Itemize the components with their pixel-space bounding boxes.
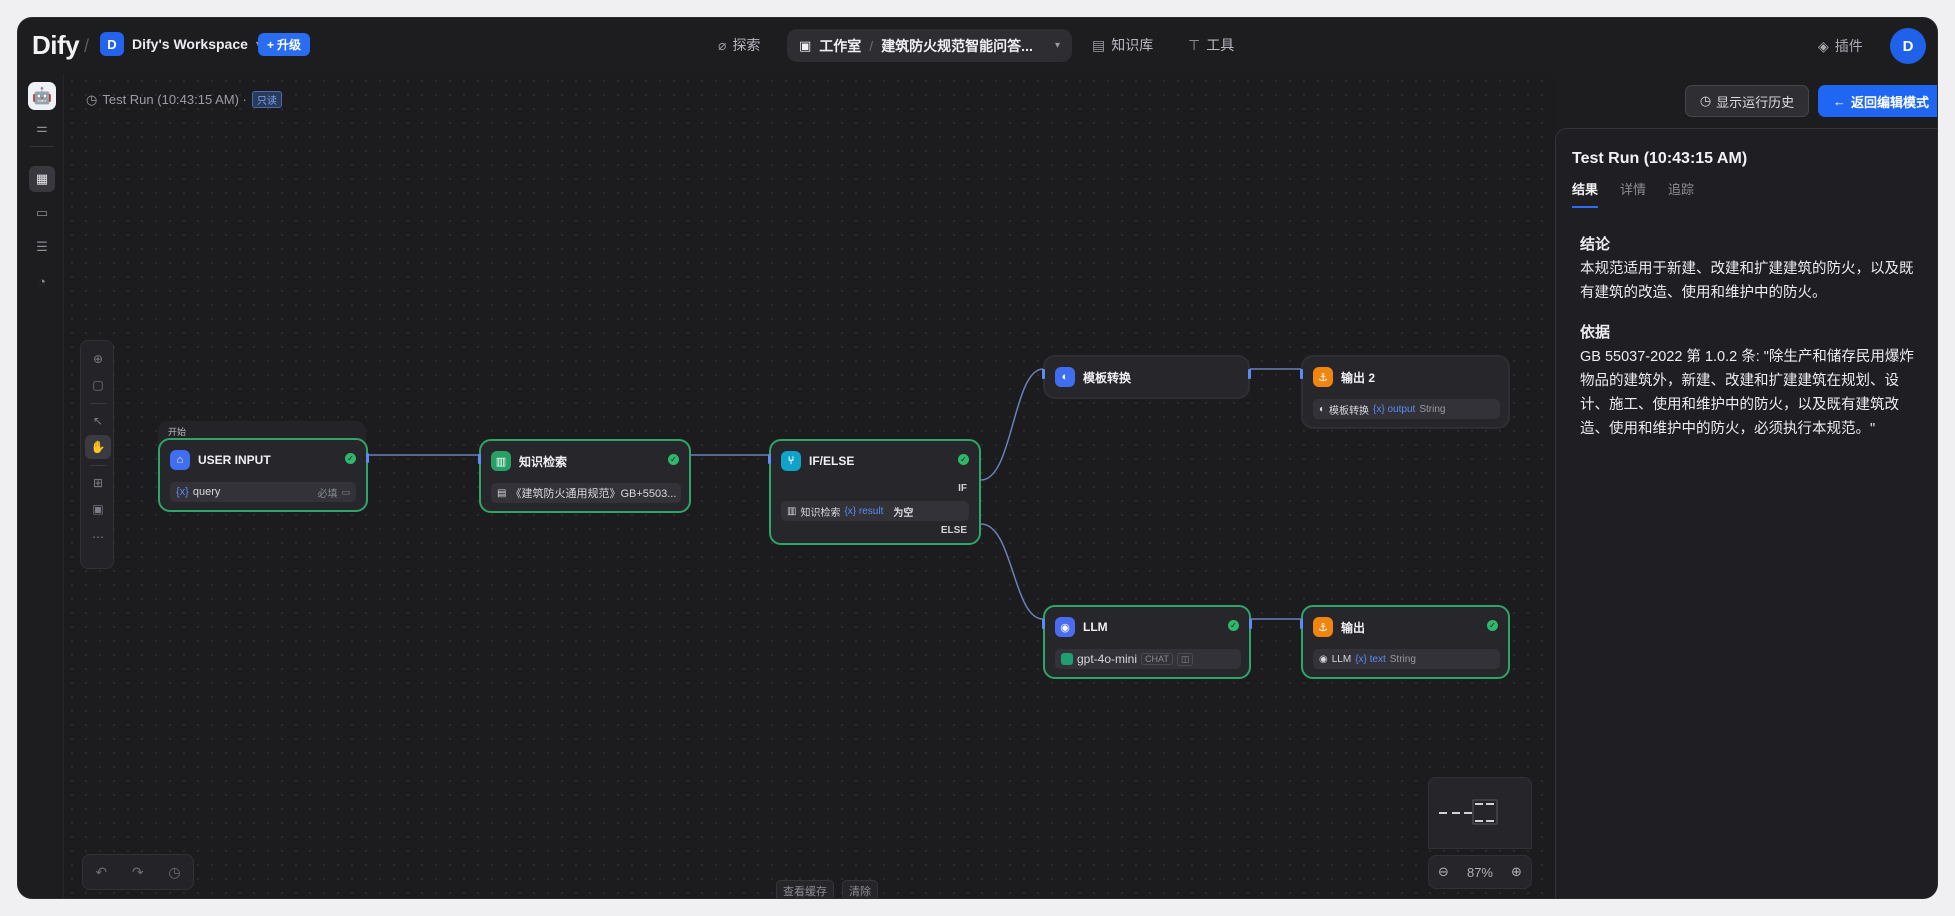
output-handle[interactable] — [366, 453, 369, 463]
variable-name: query — [192, 486, 221, 498]
book-open-icon: ▥ — [491, 451, 511, 471]
success-check-icon: ✓ — [345, 453, 356, 464]
node-template-transform[interactable]: ◐ 模板转换 — [1042, 355, 1251, 399]
node-header: ⌂ USER INPUT — [170, 450, 271, 470]
node-title: 知识检索 — [519, 454, 568, 469]
output-variable-row: ◉ LLM {x} text String — [1313, 649, 1500, 669]
node-title: 模板转换 — [1083, 370, 1132, 385]
model-name: gpt-4o-mini — [1077, 652, 1138, 666]
input-handle[interactable] — [1300, 369, 1303, 379]
else-label: ELSE — [940, 525, 967, 536]
condition-source: 知识检索 — [800, 507, 841, 519]
condition-row: ▥ 知识检索 {x} result 为空 — [781, 501, 969, 521]
template-icon: ◐ — [1055, 367, 1075, 387]
success-check-icon: ✓ — [1228, 620, 1239, 631]
node-title: USER INPUT — [198, 453, 271, 467]
output-type: String — [1389, 653, 1416, 665]
node-header: ◐ 模板转换 — [1055, 367, 1131, 387]
conclusion-heading: 结论 — [1580, 236, 1611, 253]
node-output[interactable]: ⚓ 输出 ✓ ◉ LLM {x} text String — [1300, 605, 1510, 679]
required-label: 必填 — [317, 488, 338, 500]
panel-tabs: 结果 详情 追踪 — [1572, 179, 1694, 208]
if-label: IF — [958, 483, 967, 494]
user-avatar[interactable]: D — [1890, 28, 1926, 64]
vision-icon: ◫ — [1176, 652, 1194, 666]
dataset-icon: ▤ — [497, 487, 507, 499]
conclusion-text: 本规范适用于新建、改建和扩建建筑的防火，以及既有建筑的改造、使用和维护中的防火。 — [1580, 261, 1914, 301]
node-if-else[interactable]: ⑂ IF/ELSE ✓ IF ▥ 知识检索 {x} result 为空 ELSE — [768, 439, 981, 545]
cube-icon: ◈ — [1818, 37, 1829, 54]
model-row: gpt-4o-mini CHAT ◫ — [1055, 649, 1241, 669]
node-output-2[interactable]: ⚓ 输出 2 ◐ 模板转换 {x} output String — [1300, 355, 1510, 429]
input-handle[interactable] — [478, 454, 481, 464]
history-icon: ◷ — [1699, 93, 1712, 108]
input-handle[interactable] — [768, 454, 771, 464]
output-handle[interactable] — [1249, 619, 1252, 629]
output-variable: {x} text — [1355, 653, 1386, 665]
back-to-edit-button[interactable]: ← 返回编辑模式 — [1818, 85, 1937, 117]
basis-text: GB 55037-2022 第 1.0.2 条: "除生产和储存民用爆炸物品的建… — [1580, 349, 1914, 437]
template-source-icon: ◐ — [1319, 403, 1326, 415]
brain-icon: ◉ — [1055, 617, 1075, 637]
success-check-icon: ✓ — [958, 454, 969, 465]
tab-tracing[interactable]: 追踪 — [1668, 179, 1694, 208]
condition-variable: {x} result — [844, 505, 884, 517]
run-result-panel: Test Run (10:43:15 AM) 结果 详情 追踪 结论 本规范适用… — [1555, 128, 1937, 898]
branch-icon: ⑂ — [781, 451, 801, 471]
nav-plugins[interactable]: ◈ 插件 — [1818, 36, 1863, 56]
basis-heading: 依据 — [1580, 324, 1611, 341]
text-type-icon: ▭ — [341, 486, 350, 497]
output-handle[interactable] — [1248, 369, 1251, 379]
model-mode-badge: CHAT — [1141, 653, 1173, 665]
variable-icon: {x} — [176, 486, 189, 498]
tab-result[interactable]: 结果 — [1572, 179, 1599, 208]
node-title: 输出 — [1341, 620, 1366, 635]
input-handle[interactable] — [1042, 369, 1045, 379]
node-title: LLM — [1083, 620, 1108, 634]
output-type: String — [1419, 403, 1446, 415]
input-handle[interactable] — [1300, 619, 1303, 629]
node-header: ⑂ IF/ELSE — [781, 451, 854, 471]
output-variable: {x} output — [1373, 403, 1416, 415]
node-llm[interactable]: ◉ LLM ✓ gpt-4o-mini CHAT ◫ — [1042, 605, 1252, 679]
node-header: ⚓ 输出 2 — [1313, 367, 1375, 387]
show-run-history-label: 显示运行历史 — [1716, 94, 1795, 110]
success-check-icon: ✓ — [1487, 620, 1498, 631]
condition-operator: 为空 — [893, 507, 914, 519]
output-source: LLM — [1331, 653, 1352, 665]
dataset-row: ▤ 《建筑防火通用规范》GB+5503... — [491, 483, 681, 503]
input-handle[interactable] — [1042, 619, 1045, 629]
node-header: ▥ 知识检索 — [491, 451, 567, 471]
home-icon: ⌂ — [170, 450, 190, 470]
dataset-name: 《建筑防火通用规范》GB+5503... — [510, 488, 677, 500]
llm-source-icon: ◉ — [1319, 653, 1328, 665]
output-source: 模板转换 — [1329, 405, 1370, 417]
knowledge-source-icon: ▥ — [787, 505, 797, 517]
back-to-edit-label: 返回编辑模式 — [1850, 94, 1929, 110]
show-run-history-button[interactable]: ◷ 显示运行历史 — [1685, 85, 1809, 117]
start-node-tab-label: 开始 — [168, 427, 187, 437]
node-header: ◉ LLM — [1055, 617, 1108, 637]
node-knowledge-retrieval[interactable]: ▥ 知识检索 ✓ ▤ 《建筑防火通用规范》GB+5503... — [478, 439, 691, 513]
node-title: IF/ELSE — [809, 454, 855, 468]
tab-detail[interactable]: 详情 — [1620, 179, 1646, 208]
nav-plugins-label: 插件 — [1834, 38, 1863, 54]
input-variable-row: {x} query 必填 ▭ — [170, 482, 356, 502]
result-content: 结论 本规范适用于新建、改建和扩建建筑的防火，以及既有建筑的改造、使用和维护中的… — [1580, 233, 1920, 457]
panel-title: Test Run (10:43:15 AM) — [1572, 150, 1748, 167]
arrow-left-icon: ← — [1832, 93, 1846, 109]
output-icon: ⚓ — [1313, 617, 1333, 637]
node-user-input[interactable]: ⌂ USER INPUT ✓ {x} query 必填 ▭ — [158, 438, 369, 512]
success-check-icon: ✓ — [668, 454, 679, 465]
app-window: Dify / D Dify's Workspace ▾ + 升级 ⌀ 探索 ▣ … — [18, 18, 1937, 898]
output-icon: ⚓ — [1313, 367, 1333, 387]
node-title: 输出 2 — [1341, 370, 1376, 385]
openai-icon — [1061, 653, 1073, 665]
node-header: ⚓ 输出 — [1313, 617, 1365, 637]
output-variable-row: ◐ 模板转换 {x} output String — [1313, 399, 1500, 419]
